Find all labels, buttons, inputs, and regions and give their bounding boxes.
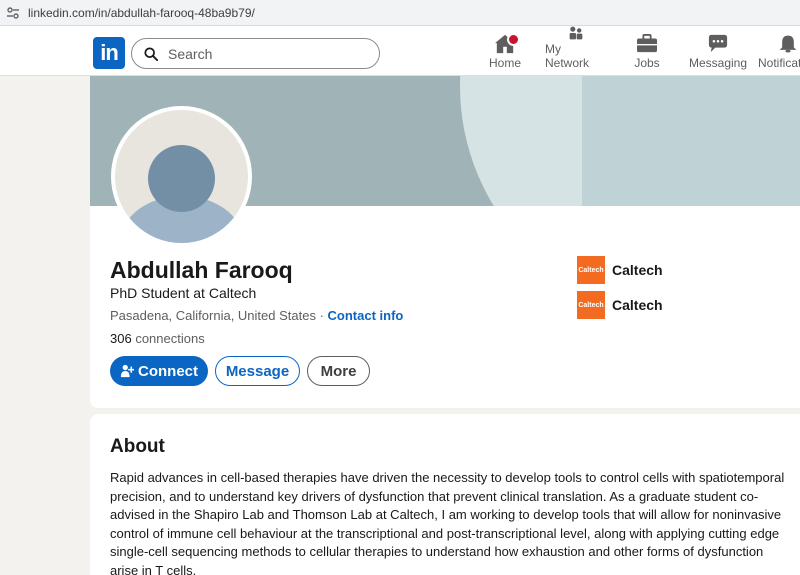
add-person-icon <box>120 364 134 378</box>
education-name: Caltech <box>612 262 663 278</box>
education-item[interactable]: Caltech Caltech <box>577 291 663 319</box>
search-icon <box>144 46 158 61</box>
top-nav: in Home My Network Jobs <box>0 26 800 76</box>
profile-avatar[interactable] <box>111 106 252 247</box>
profile-headline: PhD Student at Caltech <box>110 285 257 301</box>
network-icon <box>569 26 583 40</box>
connections-count[interactable]: 306 connections <box>110 331 205 346</box>
education-item[interactable]: Caltech Caltech <box>577 256 663 284</box>
nav-notifications-label: Notifications <box>758 56 800 70</box>
site-settings-icon[interactable] <box>6 6 20 20</box>
more-button[interactable]: More <box>307 356 370 386</box>
bell-icon <box>779 35 797 53</box>
education-name: Caltech <box>612 297 663 313</box>
address-bar[interactable]: linkedin.com/in/abdullah-farooq-48ba9b79… <box>0 0 800 26</box>
nav-messaging-label: Messaging <box>688 56 748 70</box>
profile-location-row: Pasadena, California, United States · Co… <box>110 308 403 323</box>
nav-my-network[interactable]: My Network <box>545 26 607 76</box>
avatar-head <box>148 145 215 212</box>
profile-location: Pasadena, California, United States <box>110 308 316 323</box>
banner-shape <box>582 76 800 206</box>
connections-label: connections <box>131 331 205 346</box>
nav-messaging[interactable]: Messaging <box>688 26 748 76</box>
search-box[interactable] <box>131 38 380 69</box>
about-text: Rapid advances in cell-based therapies h… <box>110 470 785 575</box>
connect-button-label: Connect <box>138 362 198 380</box>
nav-home-label: Home <box>488 56 521 70</box>
messaging-icon <box>708 34 728 53</box>
message-button[interactable]: Message <box>215 356 300 386</box>
connections-number: 306 <box>110 331 132 346</box>
contact-info-link[interactable]: Contact info <box>328 308 404 323</box>
about-card: About Rapid advances in cell-based thera… <box>90 414 800 575</box>
connect-button[interactable]: Connect <box>110 356 208 386</box>
search-input[interactable] <box>168 45 358 62</box>
separator: · <box>315 308 328 323</box>
linkedin-logo[interactable]: in <box>93 37 125 69</box>
profile-name: Abdullah Farooq <box>110 257 293 283</box>
notification-badge <box>507 33 520 46</box>
nav-my-network-label: My Network <box>545 42 590 70</box>
url-text[interactable]: linkedin.com/in/abdullah-farooq-48ba9b79… <box>28 6 255 20</box>
about-title: About <box>110 436 165 457</box>
nav-jobs[interactable]: Jobs <box>634 26 660 76</box>
nav-notifications[interactable]: Notifications <box>758 26 800 76</box>
briefcase-icon <box>637 34 657 53</box>
caltech-logo: Caltech <box>577 291 605 319</box>
caltech-logo: Caltech <box>577 256 605 284</box>
nav-jobs-label: Jobs <box>634 56 660 70</box>
